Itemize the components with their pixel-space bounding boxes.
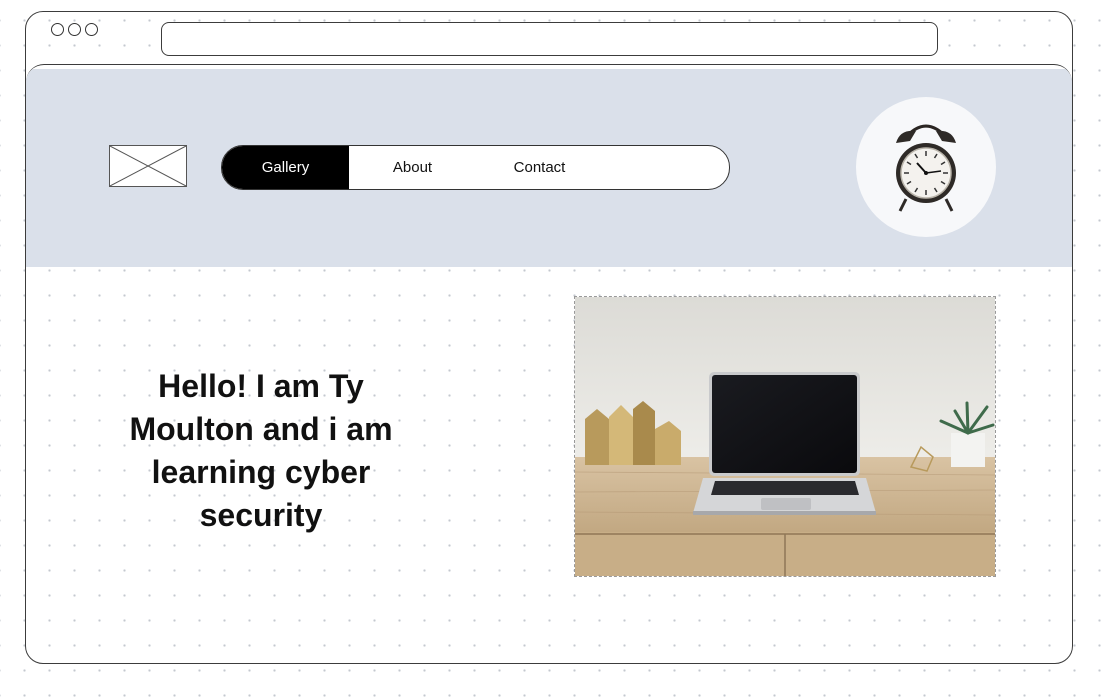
alarm-clock-avatar <box>856 97 996 237</box>
nav-item-contact[interactable]: Contact <box>476 146 603 189</box>
nav-item-gallery[interactable]: Gallery <box>222 146 349 189</box>
site-header: Gallery About Contact <box>26 69 1072 267</box>
close-window-button[interactable] <box>51 23 64 36</box>
hero-heading: Hello! I am Ty Moulton and i am learning… <box>129 368 393 533</box>
laptop-desk-image <box>574 296 996 577</box>
window-controls <box>51 23 98 36</box>
minimize-window-button[interactable] <box>68 23 81 36</box>
address-bar[interactable] <box>161 22 938 56</box>
maximize-window-button[interactable] <box>85 23 98 36</box>
web-page: Gallery About Contact Hello! I am Ty Mou… <box>26 64 1072 664</box>
alarm-clock-icon <box>896 124 956 212</box>
nav-item-about[interactable]: About <box>349 146 476 189</box>
browser-window: Gallery About Contact Hello! I am Ty Mou… <box>25 11 1073 664</box>
main-navigation: Gallery About Contact <box>221 145 730 190</box>
logo-placeholder-icon[interactable] <box>109 145 187 187</box>
